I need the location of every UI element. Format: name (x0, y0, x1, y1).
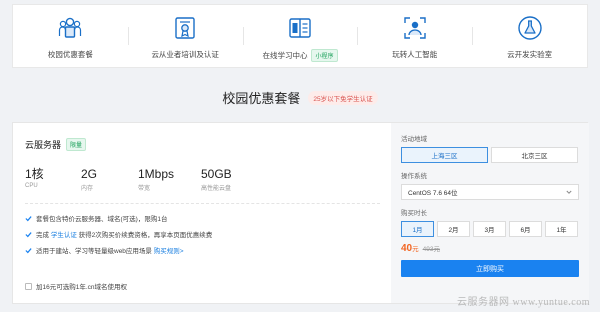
product-header: 云服务器 限量 (25, 138, 87, 151)
check-icon (25, 247, 32, 253)
spec-disk: 50GB 高性能云盘 (201, 167, 257, 192)
spec-value: 1Mbps (138, 167, 175, 181)
section-header: 校园优惠套餐 25岁以下免学生认证 (0, 88, 600, 107)
nav-label: 云开发实验室 (507, 50, 553, 59)
region-label: 活动地域 (401, 136, 427, 143)
region-option-beijing[interactable]: 北京三区 (491, 147, 578, 163)
purchase-rules-link[interactable]: 购买规则> (154, 248, 184, 255)
os-select-value: CentOS 7.6 64位 (408, 190, 458, 197)
nav-item-lab[interactable]: 云开发实验室 (472, 5, 587, 67)
nav-label: 云从业者培训及认证 (151, 50, 219, 59)
feature-item: 适用于建站、学习等轻量级web应用场景 购买规则> (25, 243, 212, 257)
domain-offer-checkbox[interactable] (25, 282, 32, 290)
os-select[interactable]: CentOS 7.6 64位 (401, 184, 579, 200)
spec-cpu: 1核 CPU (25, 167, 81, 192)
domain-offer[interactable]: 加16元可选购1年.cn域名使用权 (25, 281, 127, 291)
nav-item-campus-package[interactable]: 校园优惠套餐 (13, 5, 128, 67)
feature-list: 套餐包含特价云服务器、域名(可选)，限购1台 完成 学生认证 获得2次购买价续费… (25, 211, 212, 259)
duration-option-6m[interactable]: 6月 (509, 221, 542, 237)
price-value: 40 (401, 243, 413, 254)
feature-item: 套餐包含特价云服务器、域名(可选)，限购1台 (25, 211, 212, 225)
feature-text: 完成 学生认证 获得2次购买价续费资格，再享本页面优惠续费 (36, 229, 212, 239)
section-title: 校园优惠套餐 (222, 91, 301, 106)
nav-label: 在线学习中心 (262, 51, 308, 60)
student-auth-link[interactable]: 学生认证 (51, 232, 77, 239)
feature-item: 完成 学生认证 获得2次购买价续费资格，再享本页面优惠续费 (25, 227, 212, 241)
nav-label: 玩转人工智能 (392, 50, 438, 59)
os-label: 操作系统 (401, 173, 427, 180)
limited-badge: 限量 (66, 138, 87, 151)
certificate-icon (175, 17, 195, 39)
nav-label: 校园优惠套餐 (47, 50, 93, 59)
check-icon (25, 231, 32, 237)
region-selector: 上海三区 北京三区 (401, 147, 579, 163)
watermark: 云服务器网 www.yuntue.com (457, 297, 590, 308)
mini-program-badge: 小程序 (311, 49, 338, 62)
ai-scan-icon (404, 17, 426, 39)
feature-text-pre: 适用于建站、学习等轻量级web应用场景 (36, 248, 154, 255)
region-option-shanghai[interactable]: 上海三区 (401, 147, 488, 163)
spec-label: CPU (25, 183, 38, 189)
price-unit: 元 (412, 246, 419, 253)
duration-option-1y[interactable]: 1年 (545, 221, 578, 237)
nav-item-learning-center[interactable]: 在线学习中心 小程序 (242, 5, 358, 67)
feature-text-post: 获得2次购买价续费资格，再享本页面优惠续费 (76, 232, 213, 239)
spec-list: 1核 CPU 2G 内存 1Mbps 带宽 50GB 高性能云盘 (25, 167, 257, 192)
product-name: 云服务器 (25, 140, 62, 150)
student-free-tag: 25岁以下免学生认证 (308, 90, 378, 105)
spec-value: 50GB (201, 167, 232, 181)
current-price: 40元 (401, 243, 419, 254)
spec-label: 高性能云盘 (201, 186, 232, 192)
product-info: 云服务器 限量 1核 CPU 2G 内存 1Mbps 带宽 50GB 高性能云盘 (13, 123, 391, 303)
order-form: 活动地域 上海三区 北京三区 操作系统 CentOS 7.6 64位 购买时长 … (391, 123, 589, 303)
chevron-down-icon (566, 190, 572, 194)
original-price: 493元 (422, 246, 440, 253)
buy-now-button[interactable]: 立即购买 (401, 260, 579, 277)
nav-item-certification[interactable]: 云从业者培训及认证 (127, 5, 243, 67)
spec-memory: 2G 内存 (81, 167, 138, 192)
domain-offer-label: 加16元可选购1年.cn域名使用权 (36, 284, 128, 291)
spec-label: 内存 (81, 186, 94, 192)
spec-value: 1核 (25, 167, 44, 181)
duration-option-3m[interactable]: 3月 (473, 221, 506, 237)
price: 40元 493元 (401, 243, 579, 254)
product-card: 云服务器 限量 1核 CPU 2G 内存 1Mbps 带宽 50GB 高性能云盘 (12, 122, 589, 304)
nav-item-ai[interactable]: 玩转人工智能 (357, 5, 472, 67)
feature-nav: 校园优惠套餐 云从业者培训及认证 在线学习中心 小程序 玩转人工智能 云开发实验… (12, 4, 588, 68)
feature-text: 适用于建站、学习等轻量级web应用场景 购买规则> (36, 245, 184, 255)
spec-label: 带宽 (138, 186, 151, 192)
duration-option-2m[interactable]: 2月 (437, 221, 470, 237)
flask-icon (517, 16, 542, 40)
feature-text: 套餐包含特价云服务器、域名(可选)，限购1台 (36, 216, 168, 223)
check-icon (25, 215, 32, 221)
feature-text-pre: 完成 (36, 232, 51, 239)
spec-bandwidth: 1Mbps 带宽 (138, 167, 201, 192)
duration-label: 购买时长 (401, 210, 427, 217)
book-icon (289, 18, 311, 38)
duration-option-1m[interactable]: 1月 (401, 221, 434, 237)
spec-value: 2G (81, 167, 98, 181)
divider (25, 203, 380, 204)
people-icon (59, 17, 82, 38)
duration-selector: 1月 2月 3月 6月 1年 (401, 221, 579, 237)
